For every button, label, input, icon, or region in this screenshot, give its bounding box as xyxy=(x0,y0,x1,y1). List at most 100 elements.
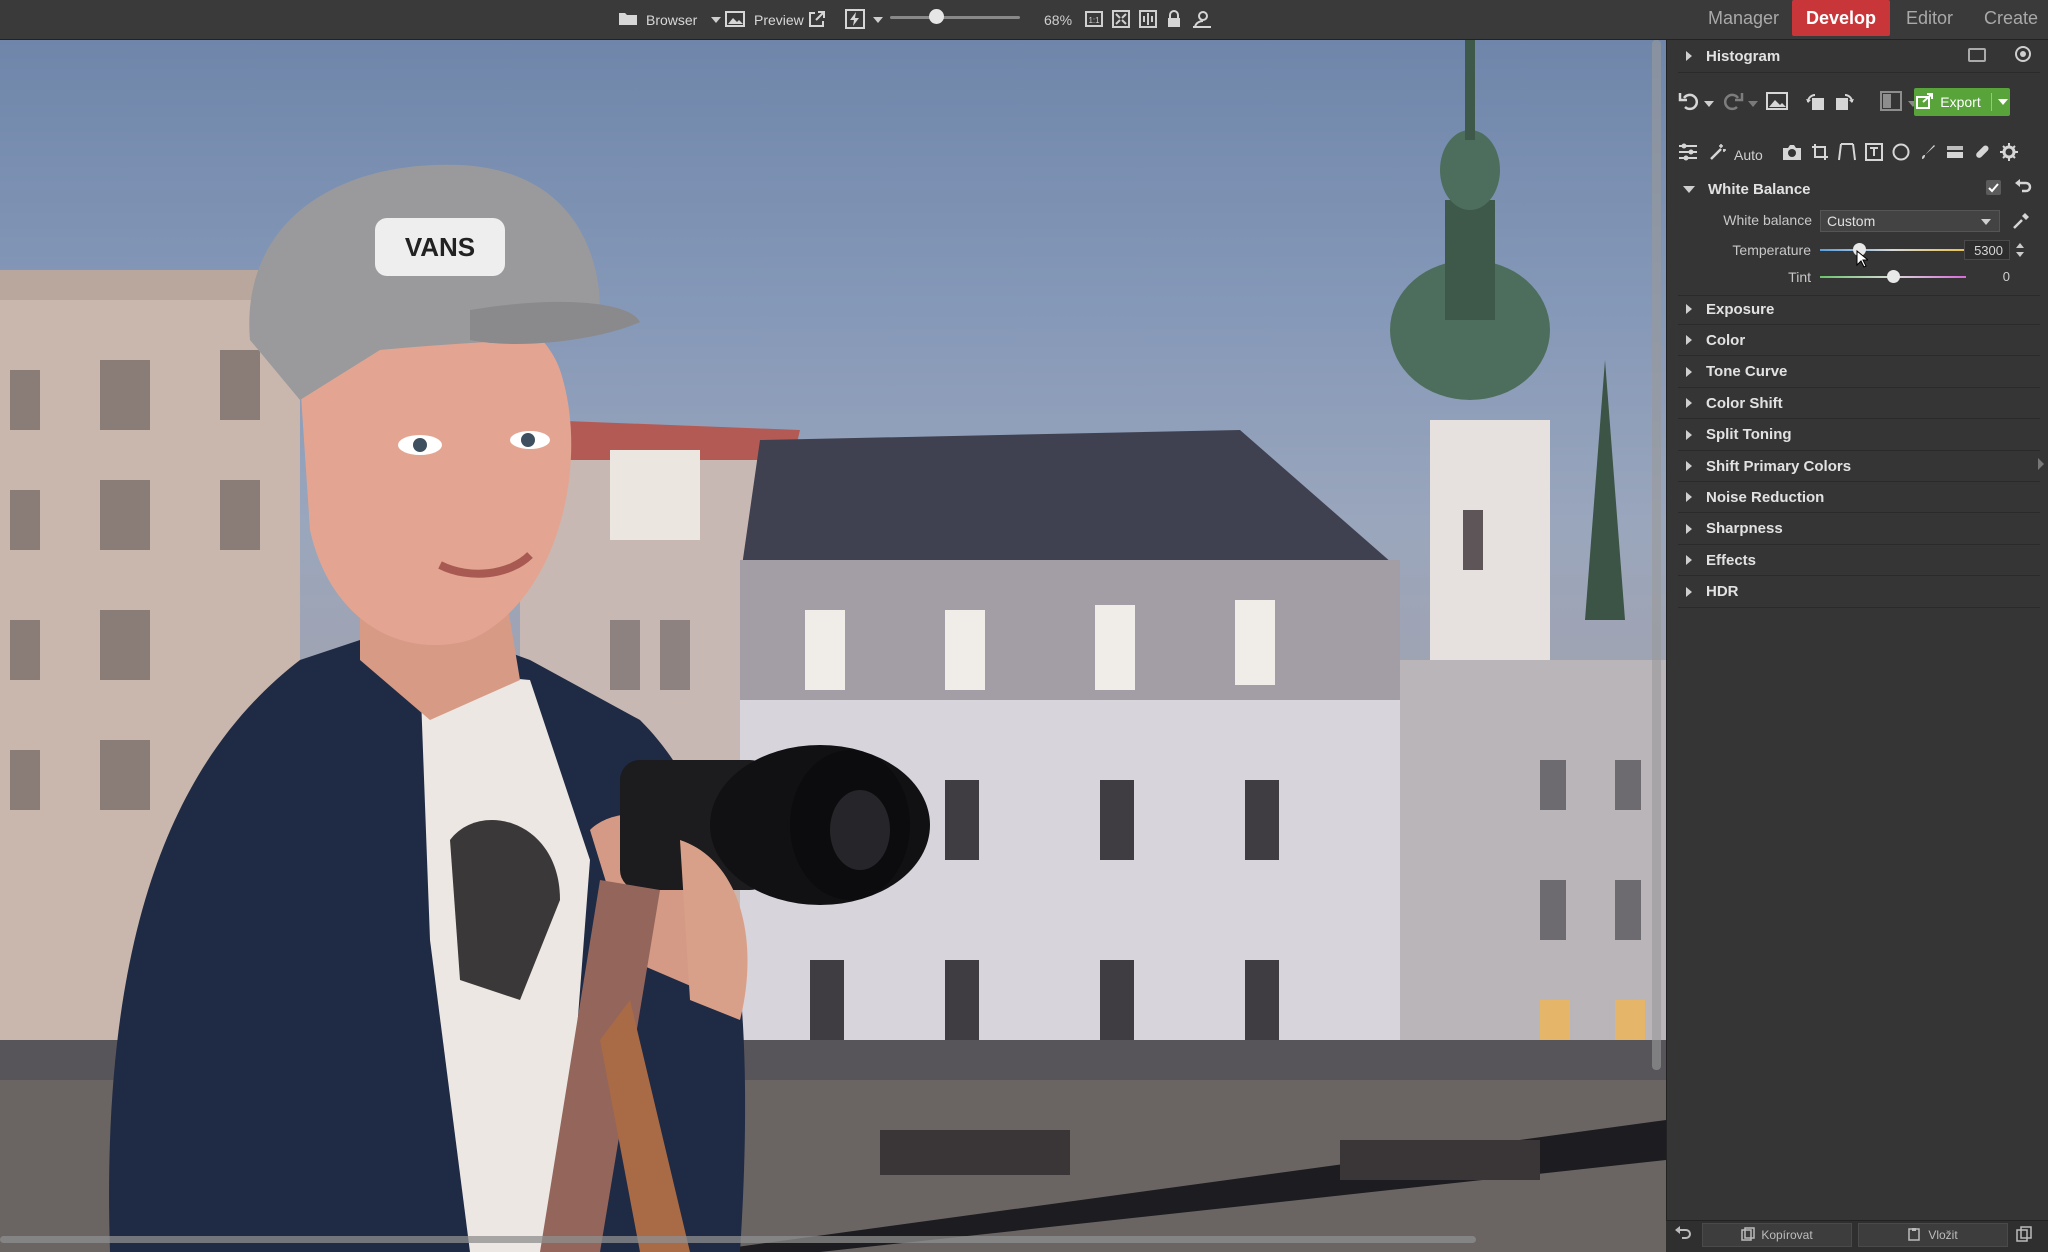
section-title: Split Toning xyxy=(1706,426,1792,444)
section-header-hdr[interactable]: HDR xyxy=(1666,577,2048,607)
camera-icon[interactable] xyxy=(1782,143,1802,166)
temperature-label: Temperature xyxy=(1732,242,1811,258)
compare-icon[interactable] xyxy=(1880,90,1902,117)
copy-settings-icon[interactable] xyxy=(2016,1226,2032,1247)
auto-button[interactable]: Auto xyxy=(1734,147,1763,163)
section-title: Effects xyxy=(1706,551,1757,569)
reset-arrow-icon[interactable] xyxy=(2014,178,2032,201)
chevron-down-icon xyxy=(1981,219,1991,225)
expand-arrow-icon xyxy=(1686,429,1692,440)
flash-icon xyxy=(845,8,865,32)
fit-width-icon xyxy=(1139,9,1157,31)
white-balance-select[interactable]: Custom xyxy=(1820,210,2000,232)
section-header-noise-reduction[interactable]: Noise Reduction xyxy=(1666,482,2048,512)
frame-icon[interactable] xyxy=(1864,143,1883,166)
section-title: Color Shift xyxy=(1706,394,1783,412)
redo-icon[interactable] xyxy=(1722,90,1744,117)
copy-button[interactable]: Kopírovat xyxy=(1702,1223,1852,1247)
photo-canvas[interactable]: VANS xyxy=(0,40,1666,1252)
zoom-slider-thumb[interactable] xyxy=(929,9,944,24)
crop-icon[interactable] xyxy=(1811,143,1829,166)
browser-button[interactable]: Browser xyxy=(618,0,722,40)
chevron-down-icon[interactable] xyxy=(1704,100,1714,107)
section-header-exposure[interactable]: Exposure xyxy=(1666,294,2048,324)
enable-checkbox[interactable] xyxy=(1986,180,2001,195)
magic-wand-icon[interactable] xyxy=(1709,143,1727,166)
undo-icon[interactable] xyxy=(1678,90,1700,117)
histogram-options-icon[interactable] xyxy=(1968,48,1986,62)
picture-icon[interactable] xyxy=(1766,91,1788,116)
paste-button[interactable]: Vložit xyxy=(1858,1223,2008,1247)
histogram-header[interactable]: Histogram xyxy=(1666,41,2048,71)
fit-screen-button[interactable] xyxy=(1112,0,1130,40)
sliders-icon[interactable] xyxy=(1678,143,1698,166)
module-editor[interactable]: Editor xyxy=(1892,0,1967,36)
temperature-slider-track[interactable] xyxy=(1820,249,1966,251)
external-window-button[interactable] xyxy=(808,0,826,40)
chevron-down-icon[interactable] xyxy=(711,17,722,23)
settings-gear-icon[interactable] xyxy=(1999,143,2018,166)
white-balance-title: White Balance xyxy=(1708,180,1811,198)
expand-arrow-icon xyxy=(1686,523,1692,534)
chevron-down-icon[interactable] xyxy=(1748,100,1758,107)
expand-arrow-icon xyxy=(1686,51,1692,61)
fit-1to1-icon: 1:1 xyxy=(1085,10,1103,31)
module-manager[interactable]: Manager xyxy=(1694,0,1793,36)
tint-slider-thumb[interactable] xyxy=(1886,270,1900,283)
perspective-icon[interactable] xyxy=(1837,142,1856,167)
histogram-target-icon[interactable] xyxy=(2015,46,2031,62)
gradient-filter-icon[interactable] xyxy=(1946,143,1964,166)
rotate-right-icon[interactable] xyxy=(1834,90,1856,117)
section-title: HDR xyxy=(1706,583,1739,601)
panel-collapse-arrow-icon[interactable] xyxy=(2038,458,2044,470)
preview-label: Preview xyxy=(754,12,804,28)
expand-arrow-icon xyxy=(1686,492,1692,503)
picture-icon xyxy=(725,10,745,30)
tint-label: Tint xyxy=(1788,269,1811,285)
brush-icon[interactable] xyxy=(1919,143,1937,166)
expand-arrow-icon xyxy=(1686,555,1692,566)
section-header-effects[interactable]: Effects xyxy=(1666,545,2048,575)
chevron-down-icon[interactable] xyxy=(1997,99,2008,105)
reset-arrow-icon[interactable] xyxy=(1674,1226,1692,1247)
radial-filter-icon[interactable] xyxy=(1892,143,1910,166)
section-header-tone-curve[interactable]: Tone Curve xyxy=(1666,357,2048,387)
rotate-left-icon[interactable] xyxy=(1804,90,1826,117)
section-header-color[interactable]: Color xyxy=(1666,325,2048,355)
external-window-icon xyxy=(808,10,826,31)
white-balance-label: White balance xyxy=(1723,212,1812,228)
zoom-slider-track[interactable] xyxy=(890,16,1020,19)
section-header-split-toning[interactable]: Split Toning xyxy=(1666,420,2048,450)
horizontal-scrollbar[interactable] xyxy=(0,1236,1476,1243)
folder-icon xyxy=(618,10,638,31)
tint-value[interactable]: 0 xyxy=(1964,269,2010,284)
fit-1to1-button[interactable]: 1:1 xyxy=(1085,0,1103,40)
expand-arrow-icon xyxy=(1686,366,1692,377)
section-header-color-shift[interactable]: Color Shift xyxy=(1666,388,2048,418)
module-develop[interactable]: Develop xyxy=(1792,0,1891,36)
person-search-button[interactable] xyxy=(1192,0,1212,40)
person-search-icon xyxy=(1192,10,1212,31)
eyedropper-icon[interactable] xyxy=(2012,212,2030,235)
expand-arrow-icon xyxy=(1686,398,1692,409)
flash-button[interactable] xyxy=(845,0,883,40)
white-balance-select-value: Custom xyxy=(1827,213,1876,229)
section-header-shift-primary-colors[interactable]: Shift Primary Colors xyxy=(1666,451,2048,481)
module-create[interactable]: Create xyxy=(1970,0,2048,36)
fit-screen-icon xyxy=(1112,9,1130,31)
tool-icon-row: Auto xyxy=(1678,142,2018,167)
section-header-sharpness[interactable]: Sharpness xyxy=(1666,514,2048,544)
healing-icon[interactable] xyxy=(1973,143,1991,166)
temperature-stepper[interactable] xyxy=(2016,241,2024,261)
export-button[interactable]: Export xyxy=(1914,88,2010,116)
chevron-down-icon[interactable] xyxy=(873,17,883,23)
section-title: Tone Curve xyxy=(1706,363,1788,381)
fit-width-button[interactable] xyxy=(1139,0,1157,40)
vertical-scrollbar[interactable] xyxy=(1652,40,1661,1070)
lock-button[interactable] xyxy=(1166,0,1182,40)
action-icon-row xyxy=(1678,90,1918,117)
preview-button[interactable]: Preview xyxy=(725,0,804,40)
temperature-value[interactable]: 5300 xyxy=(1964,240,2010,260)
browser-label: Browser xyxy=(646,12,698,28)
divider xyxy=(1678,606,2040,608)
